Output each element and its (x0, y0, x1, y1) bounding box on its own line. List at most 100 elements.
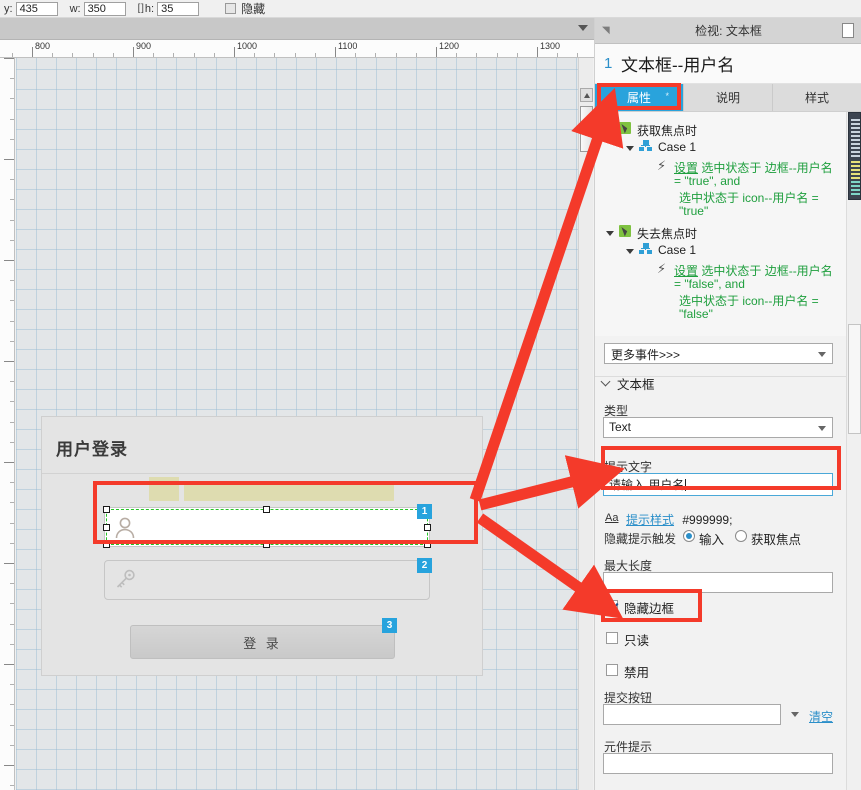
h-input[interactable]: 35 (157, 1, 200, 16)
ruler-tick (10, 98, 14, 99)
chevron-down-icon[interactable] (791, 712, 799, 717)
password-field[interactable] (104, 560, 430, 600)
top-toolbar: y: 435 w: 350 [ ] h: 35 隐藏 (0, 0, 861, 18)
ruler-tick-minor (557, 53, 558, 57)
widget-index: 1 (604, 55, 613, 72)
ruler-tick (4, 462, 14, 463)
ruler-tick (10, 482, 14, 483)
radio-focus-trigger-label: 获取焦点 (751, 533, 802, 547)
design-canvas[interactable]: 用户登录 登 录 1 2 3 (16, 58, 578, 790)
event-0-action-line-0: 选中状态于 边框--用户名 (701, 161, 833, 175)
event-0-case-label[interactable]: Case 1 (658, 140, 696, 154)
chevron-down-icon (818, 426, 826, 431)
ruler-tick-minor (295, 53, 296, 57)
canvas-header-bar (0, 18, 594, 40)
ruler-label: 1300 (540, 41, 561, 51)
page-icon[interactable] (842, 23, 854, 38)
ruler-tick (10, 603, 14, 604)
event-0-toggle-icon[interactable] (606, 128, 614, 133)
event-0-name[interactable]: 获取焦点时 (637, 122, 697, 139)
w-label: w: (69, 2, 81, 15)
event-0-icon (619, 122, 631, 134)
ruler-tick (4, 765, 14, 766)
section-collapse-icon[interactable] (602, 378, 611, 387)
radio-focus-trigger[interactable] (735, 530, 747, 542)
ruler-tick (10, 240, 14, 241)
ruler-label: 900 (136, 41, 152, 51)
action-bolt-icon: ⚡ (657, 261, 667, 276)
hidden-checkbox[interactable] (225, 3, 237, 14)
event-1-action-prefix: 设置 (674, 264, 699, 278)
ruler-tick-minor (12, 53, 13, 57)
ruler-tick-minor (416, 53, 417, 57)
ruler-tick (10, 119, 14, 120)
inspector-scrollbar[interactable] (846, 112, 861, 790)
canvas-area: 800 900 1000 1100 1200 1300 用户登录 登 录 1 2… (0, 18, 594, 790)
badge-2: 2 (417, 558, 432, 573)
hint-style-link[interactable]: 提示样式 (626, 513, 674, 527)
ruler-tick (4, 361, 14, 362)
w-input[interactable]: 350 (83, 1, 126, 16)
ruler-tick (10, 422, 14, 423)
event-1-action-line-3: "false" (679, 307, 713, 321)
hidden-label: 隐藏 (241, 2, 266, 16)
disabled-label: 禁用 (624, 666, 650, 680)
highlight-box-selection (93, 481, 478, 544)
ruler-label: 1100 (338, 41, 358, 51)
horizontal-ruler: 800 900 1000 1100 1200 1300 (0, 40, 594, 58)
inspector-header-title: 检视: 文本框 (695, 24, 762, 38)
type-select[interactable]: Text (603, 417, 833, 438)
ruler-label: 1000 (237, 41, 258, 51)
tab-style[interactable]: 样式 (773, 84, 861, 111)
ruler-tick (10, 543, 14, 544)
h-label: h: (144, 2, 155, 15)
ruler-tick-minor (113, 53, 114, 57)
scroll-bars-icon-2 (851, 159, 860, 179)
canvas-vertical-scrollbar[interactable] (578, 58, 593, 790)
case-icon (639, 243, 652, 254)
ruler-tick (10, 583, 14, 584)
tab-notes[interactable]: 说明 (684, 84, 773, 111)
hide-hint-trigger-label: 隐藏提示触发 (604, 532, 677, 546)
ruler-tick (10, 139, 14, 140)
radio-input-trigger[interactable] (683, 530, 695, 542)
y-label: y: (4, 2, 13, 15)
ruler-tick (10, 199, 14, 200)
y-input[interactable]: 435 (15, 1, 58, 16)
ruler-tick-minor (173, 53, 174, 57)
event-1-case-label[interactable]: Case 1 (658, 243, 696, 257)
highlight-box-hint-text (601, 446, 841, 490)
more-events-dropdown[interactable]: 更多事件>>> (604, 343, 833, 364)
disabled-checkbox[interactable] (606, 664, 618, 676)
submit-button-input[interactable] (603, 704, 781, 725)
card-divider (42, 473, 482, 474)
scroll-bars-icon (851, 117, 860, 157)
badge-3: 3 (382, 618, 397, 633)
ruler-tick-minor (254, 53, 255, 57)
scroll-track-thumb[interactable] (848, 324, 861, 434)
scroll-thumb-colored[interactable] (848, 112, 861, 200)
link-icon[interactable]: [ ] (138, 3, 144, 14)
tooltip-input[interactable] (603, 753, 833, 774)
ruler-tick (10, 280, 14, 281)
scroll-up-button[interactable] (580, 88, 593, 102)
ruler-tick (10, 401, 14, 402)
event-0-case-toggle-icon[interactable] (626, 146, 634, 151)
event-list: 获取焦点时 Case 1 ⚡ 设置 选中状态于 边框--用户名 = "true"… (595, 112, 847, 336)
ruler-tick (4, 58, 14, 59)
scroll-thumb[interactable] (580, 106, 593, 152)
readonly-checkbox[interactable] (606, 632, 618, 644)
event-1-toggle-icon[interactable] (606, 231, 614, 236)
clear-link[interactable]: 清空 (809, 708, 833, 725)
collapse-corner-icon[interactable]: ◥ (602, 25, 612, 36)
ruler-tick-minor (517, 53, 518, 57)
event-1-name[interactable]: 失去焦点时 (637, 225, 697, 242)
chevron-down-icon[interactable] (578, 25, 588, 31)
login-submit-button[interactable]: 登 录 (130, 625, 395, 659)
ruler-tick (10, 321, 14, 322)
ruler-tick-minor (476, 53, 477, 57)
event-1-case-toggle-icon[interactable] (626, 249, 634, 254)
ruler-tick (10, 179, 14, 180)
ruler-tick (10, 341, 14, 342)
ruler-tick-minor (355, 53, 356, 57)
